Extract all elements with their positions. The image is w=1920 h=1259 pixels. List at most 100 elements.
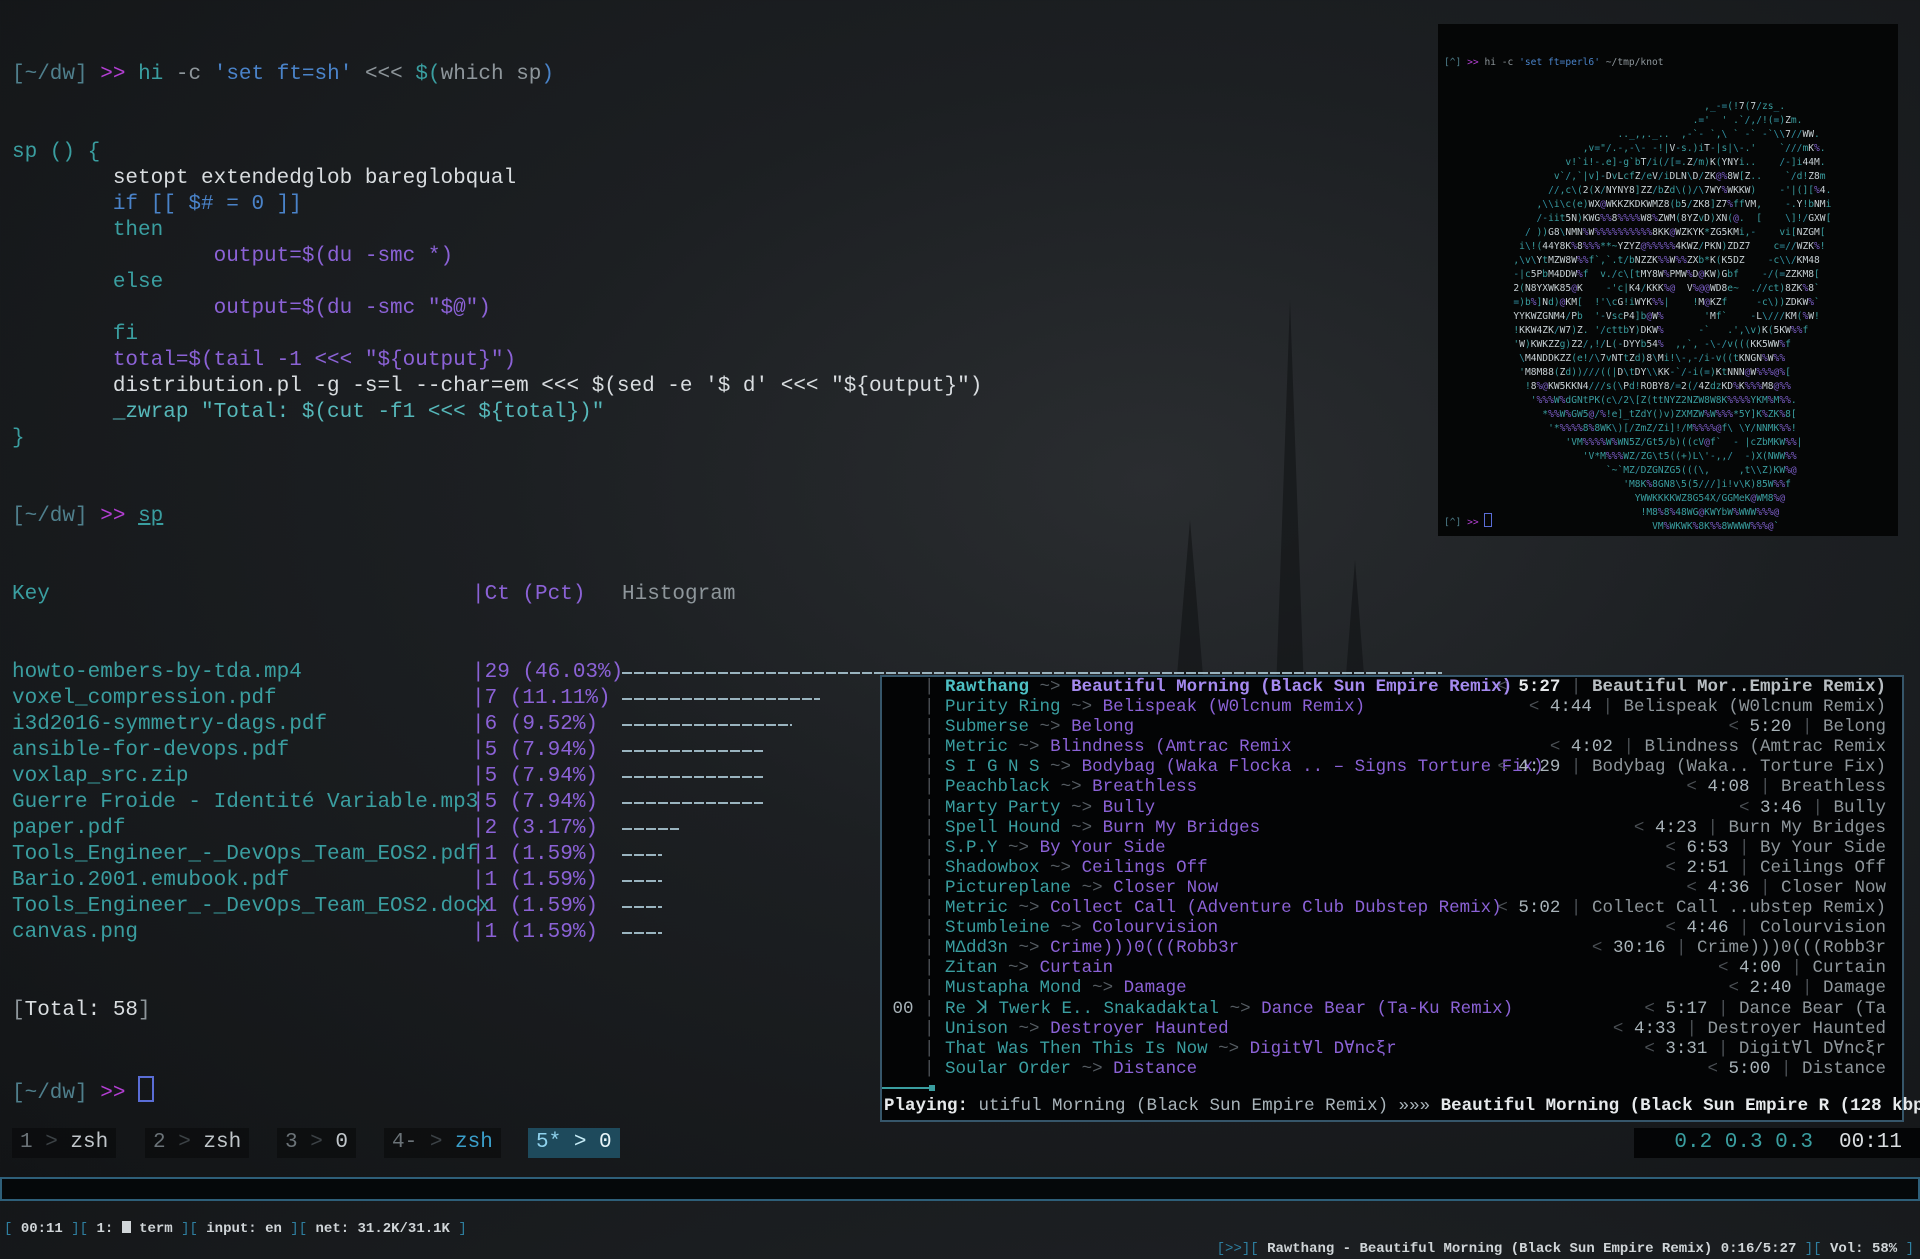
ascii-art-line: ,\v\YtMZW8W%%f`,`.t/bNZZK%%W%%ZXb*K(K5DZ… [1513, 255, 1820, 266]
ascii-art-line: -|c5PbM4DDW%f v./c\[tMY8W%PMW%D@KW)Gbf -… [1513, 269, 1820, 280]
duration-prefix: < [1686, 777, 1708, 798]
track-duration: 4:08 [1707, 777, 1750, 798]
total-text: Total: 58 [24, 999, 139, 1022]
music-player-window[interactable]: | Rawthang ~> Beautiful Morning (Black S… [880, 675, 1920, 1122]
track-short-title: Dance Bear (Ta [1738, 998, 1886, 1019]
track-arrow: ~> [1050, 777, 1093, 798]
histogram-key: i3d2016-symmetry-dags.pdf [12, 713, 328, 736]
track-separator: | [1791, 978, 1823, 999]
ascii-art-line: '%%%W%dGNtPK(c\/2\[Z(ttNYZ2NZW8W8K%%%%YK… [1530, 395, 1797, 406]
playlist-track[interactable]: | Marty Party ~> Bully < 3:46 | Bully [882, 798, 1902, 818]
network-rate: net: 31.2K/31.1K [315, 1221, 450, 1237]
playback-progress-knob[interactable] [928, 1085, 935, 1091]
track-title: Destroyer Haunted [1050, 1018, 1229, 1039]
track-left: | Marty Party ~> Bully [882, 798, 1155, 818]
playlist-track[interactable]: | Submerse ~> Belong < 5:20 | Belong [882, 717, 1902, 737]
playlist-track[interactable]: | Pictureplane ~> Closer Now < 4:36 | Clo… [882, 878, 1902, 898]
playlist-track[interactable]: | S I G N S ~> Bodybag (Waka Flocka .. –… [882, 757, 1902, 777]
track-arrow: ~> [1060, 697, 1103, 718]
track-duration: 6:53 [1686, 837, 1729, 858]
prompt-arrow: >> [100, 505, 126, 528]
playlist-track[interactable]: | Metric ~> Blindness (Amtrac Remix < 4:0… [882, 737, 1902, 757]
histogram-key: canvas.png [12, 921, 139, 944]
window-number: 4- [392, 1131, 418, 1154]
knot-prompt[interactable]: [^] >> [1444, 513, 1493, 530]
playlist-track[interactable]: | Unison ~> Destroyer Haunted < 4:33 | De… [882, 1019, 1902, 1039]
track-left: | S I G N S ~> Bodybag (Waka Flocka .. –… [882, 757, 1544, 777]
prompt-arrow: >> [100, 63, 126, 86]
playlist-track[interactable]: | Metric ~> Collect Call (Adventure Club… [882, 898, 1902, 918]
track-separator: | [1749, 777, 1781, 798]
volume-level[interactable]: Vol: 58% [1830, 1241, 1897, 1257]
mpd-now-playing: Rawthang - Beautiful Morning (Black Sun … [1267, 1241, 1797, 1257]
playlist-track[interactable]: | Stumbleine ~> Colourvision < 4:46 | Col… [882, 918, 1902, 938]
tmux-clock: 00:11 [1838, 1131, 1902, 1154]
track-duration: 4:29 [1518, 757, 1561, 778]
code-line: else [12, 271, 164, 294]
track-marker [882, 818, 924, 838]
playlist-track[interactable]: | Purity Ring ~> Belispeak (W0lcnum Remi… [882, 697, 1902, 717]
track-arrow: ~> [1008, 938, 1051, 959]
track-separator: | [1801, 797, 1834, 818]
playback-progress-bar[interactable] [882, 1087, 932, 1089]
track-separator: | [924, 1018, 946, 1039]
tmux-window-tab[interactable]: 4- > zsh [384, 1128, 501, 1158]
track-marker [882, 858, 924, 878]
playlist-track[interactable]: | That Was Then This Is Now ~> Digit∀l D… [882, 1039, 1902, 1059]
tmux-window-tab[interactable]: 1 > zsh [12, 1128, 117, 1158]
knot-terminal-window[interactable]: [^] >> hi -c 'set ft=perl6' ~/tmp/knot ,… [1438, 24, 1898, 536]
playlist-track[interactable]: | Peachblack ~> Breathless < 4:08 | Breat… [882, 777, 1902, 797]
ascii-art-line: !M8%8%48WG@KWYbW%WWW%%%@ [1640, 507, 1780, 518]
playlist-track[interactable]: | MΔdd3n ~> Crime)))0(((Robb3r < 30:16 | … [882, 938, 1902, 958]
now-playing-label: Playing: [884, 1095, 969, 1116]
track-title: Bodybag (Waka Flocka .. – Signs Torture … [1081, 757, 1544, 778]
track-title: Dance Bear (Ta-Ku Remix) [1261, 998, 1514, 1019]
code-line: distribution.pl -g -s=l --char=em <<< $(… [12, 375, 983, 398]
load-average: 0.2 0.3 0.3 [1674, 1131, 1813, 1154]
playlist-track[interactable]: | Mustapha Mond ~> Damage < 2:40 | Damage [882, 978, 1902, 998]
track-artist: MΔdd3n [945, 938, 1009, 959]
track-title: Curtain [1039, 958, 1114, 979]
track-short-title: Closer Now [1780, 877, 1886, 898]
playlist-track[interactable]: | Spell Hound ~> Burn My Bridges < 4:23 |… [882, 818, 1902, 838]
track-right: < 3:46 | Bully [1739, 798, 1886, 818]
mpd-state[interactable]: [>>] [1217, 1241, 1251, 1257]
playlist-track[interactable]: | S.P.Y ~> By Your Side < 6:53 | By Your … [882, 838, 1902, 858]
track-separator: | [1728, 857, 1760, 878]
track-title: Crime)))0(((Robb3r [1050, 938, 1240, 959]
track-separator: | [1560, 757, 1592, 778]
command-arg: 'set ft=sh' [213, 63, 353, 86]
text-cursor [1484, 513, 1493, 527]
track-artist: S.P.Y [945, 837, 998, 858]
histogram-header: Key |Ct (Pct) Histogram [12, 582, 1432, 608]
track-duration: 5:20 [1749, 717, 1792, 738]
playlist-track[interactable]: 00 | Re ꓘ Twerk E.. Snakadaktal ~> Dance… [882, 999, 1902, 1019]
track-artist: Purity Ring [945, 697, 1061, 718]
playlist-track[interactable]: | Zitan ~> Curtain < 4:00 | Curtain [882, 958, 1902, 978]
tmux-window-tab[interactable]: 2 > zsh [145, 1128, 250, 1158]
tmux-window-tab[interactable]: 5* > 0 [528, 1128, 620, 1158]
track-marker [882, 938, 924, 958]
playlist-track[interactable]: | Soular Order ~> Distance < 5:00 | Dista… [882, 1059, 1902, 1079]
ascii-art-line: YYKWZGNM4/Pb '-VscP4]b@W% 'Mf` -L\///KM(… [1513, 311, 1820, 322]
playlist-track[interactable]: | Shadowbox ~> Ceilings Off < 2:51 | Ceil… [882, 858, 1902, 878]
track-duration: 5:27 [1518, 677, 1561, 697]
track-right: < 4:08 | Breathless [1686, 777, 1886, 797]
workspace-num[interactable]: 1: [96, 1221, 113, 1237]
histogram-count: |1 (1.59%) [472, 895, 599, 918]
chevron-right-icon: > [165, 1131, 204, 1154]
ascii-art-line: 'W)KWKZZg)Z2/,!/L(-DYYb54% ,,`, -\-/v(((… [1513, 339, 1791, 350]
track-arrow: ~> [1071, 1058, 1114, 1079]
now-playing-line: Playing: utiful Morning (Black Sun Empir… [884, 1096, 1920, 1116]
playlist-track[interactable]: | Rawthang ~> Beautiful Morning (Black S… [882, 677, 1902, 697]
workspace-name[interactable]: term [139, 1221, 173, 1237]
track-duration: 30:16 [1612, 938, 1666, 959]
command-name: hi [138, 63, 164, 86]
track-separator: | [924, 998, 946, 1019]
tmux-window-tab[interactable]: 3 > 0 [277, 1128, 357, 1158]
track-right: < 4:46 | Colourvision [1665, 918, 1886, 938]
track-artist: That Was Then This Is Now [945, 1038, 1208, 1059]
chevron-right-icon: > [297, 1131, 336, 1154]
code-line: setopt extendedglob bareglobqual [12, 167, 517, 190]
track-marker [882, 717, 924, 737]
